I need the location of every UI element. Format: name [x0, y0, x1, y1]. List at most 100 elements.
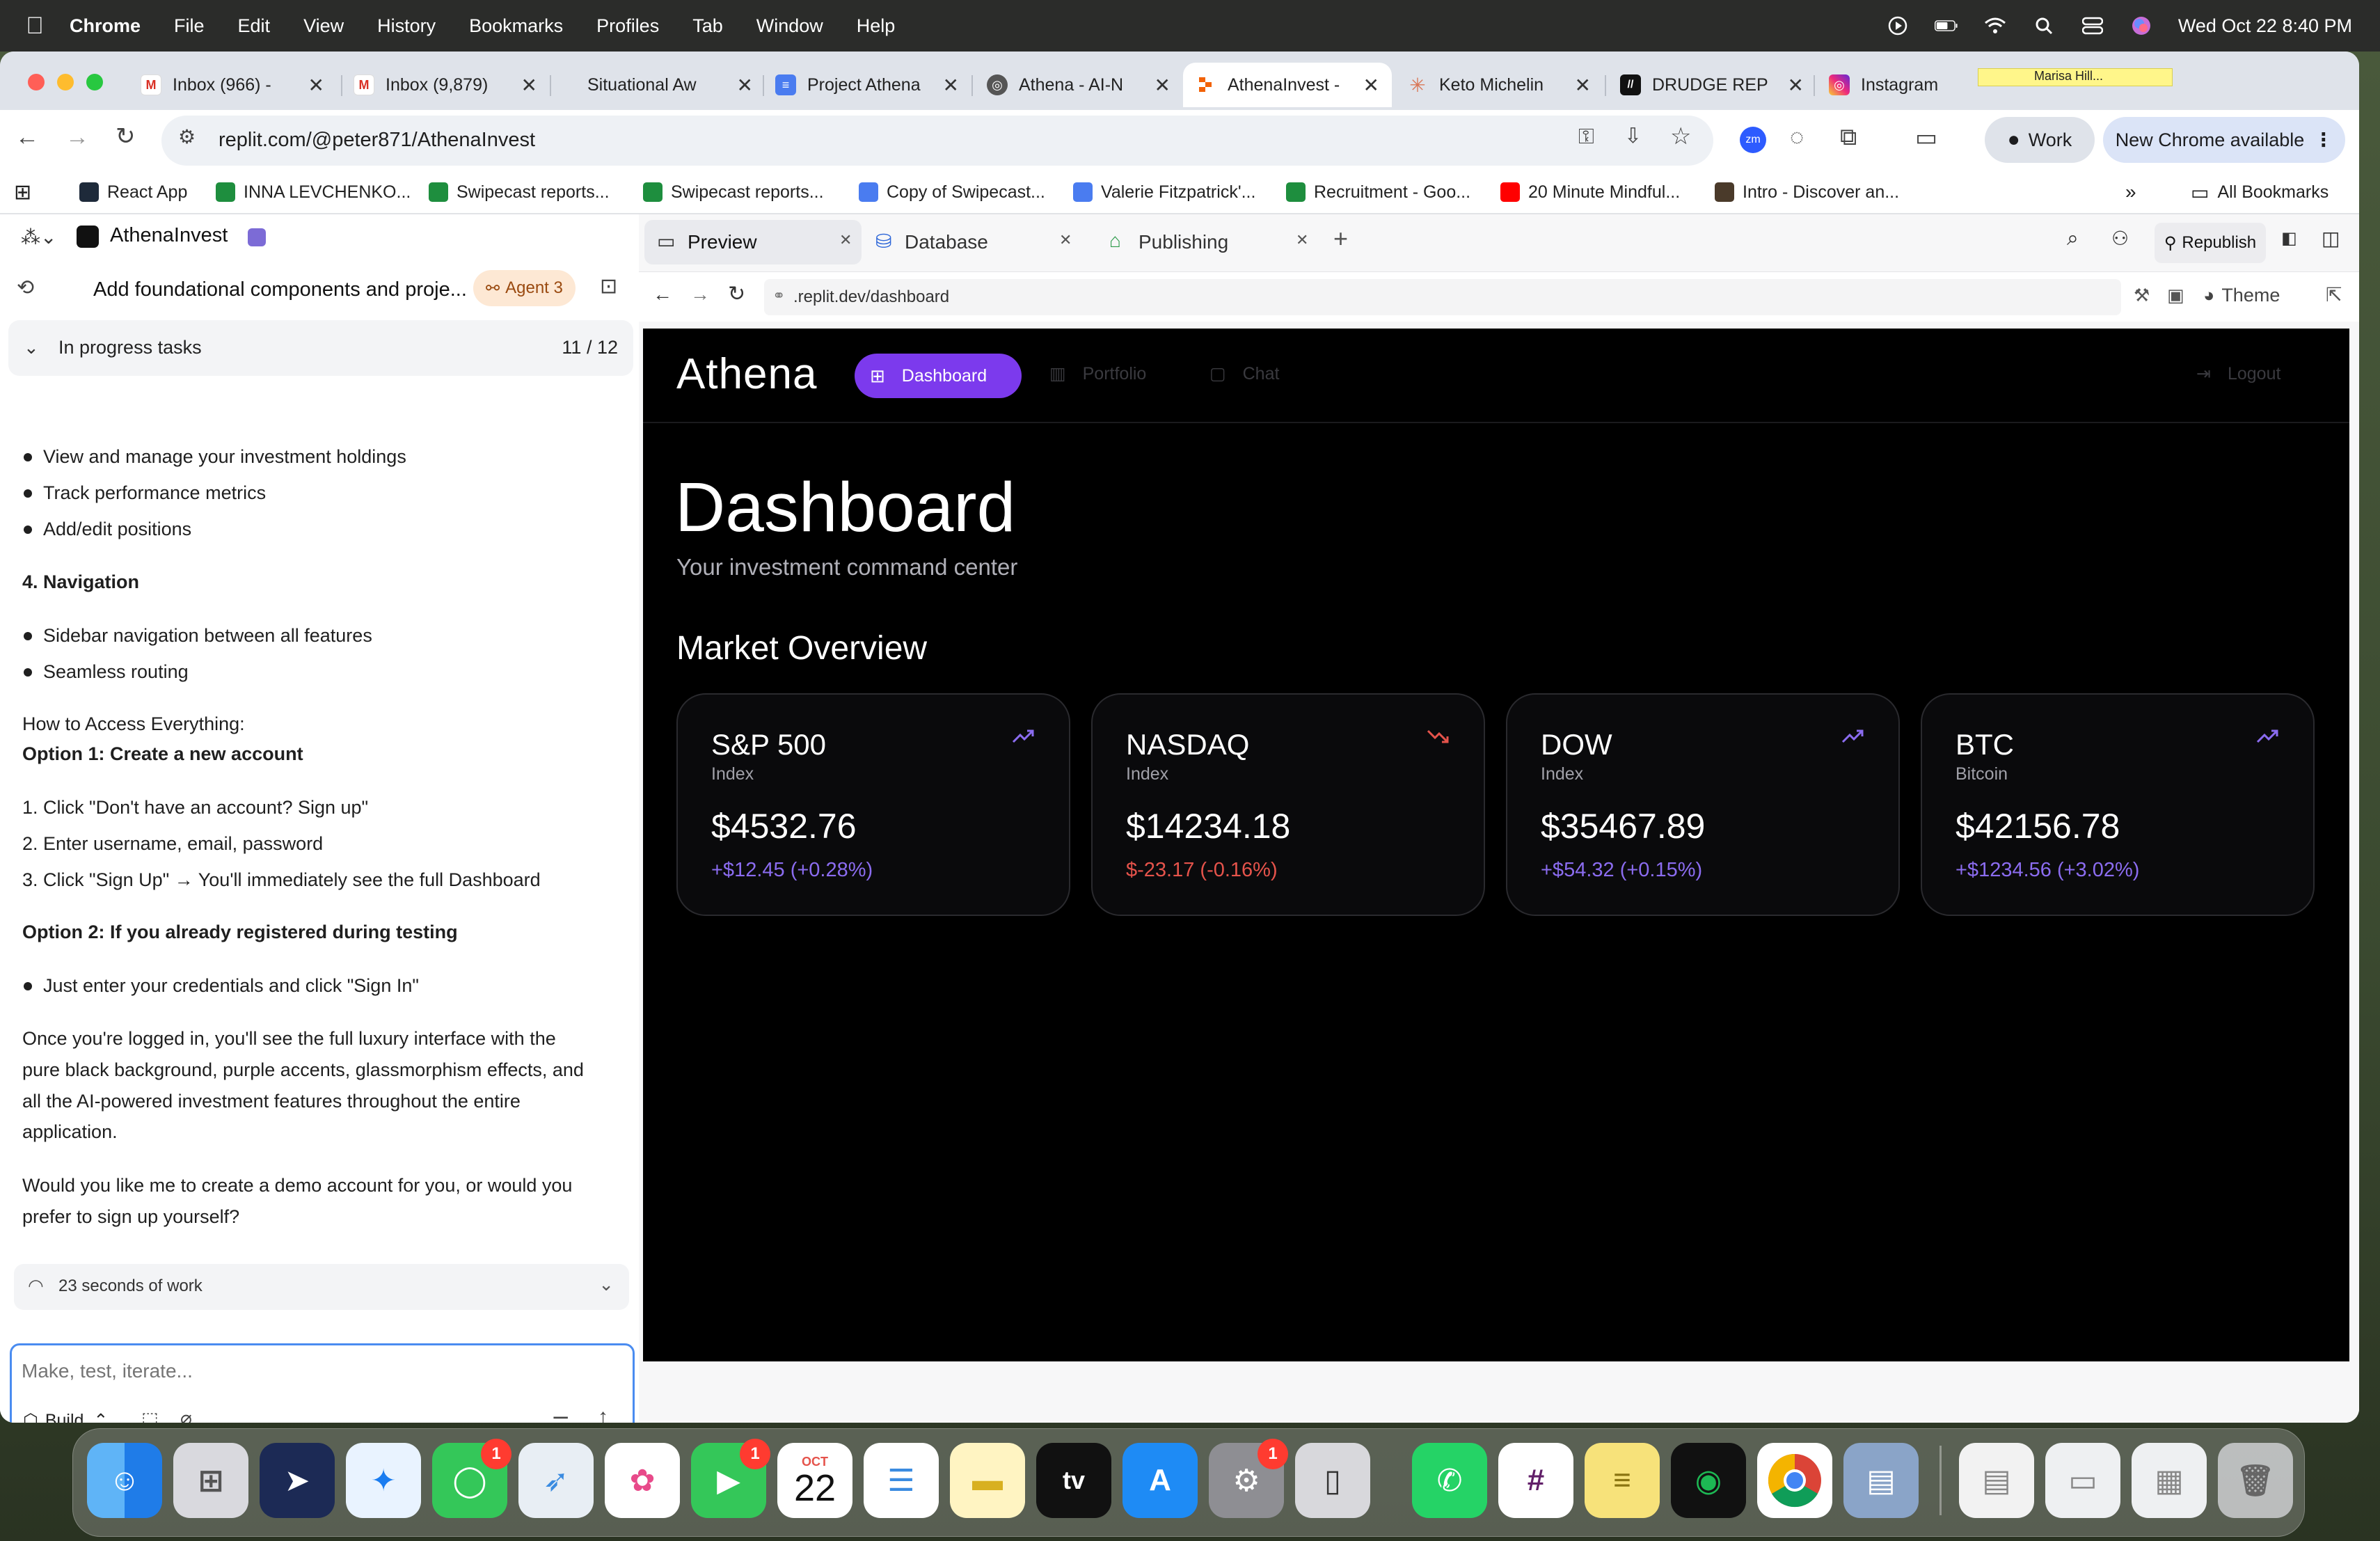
site-info-icon[interactable]: ⚙ — [178, 125, 196, 148]
invite-user-icon[interactable]: ⚇ — [2111, 227, 2129, 250]
prompt-box[interactable]: ⬡Build⌃ ⬚ ⌀ ⚌ ↑ — [10, 1343, 635, 1423]
close-tab-icon[interactable]: ✕ — [1575, 74, 1591, 97]
market-card-nasdaq[interactable]: NASDAQ Index $14234.18 $-23.17 (-0.16%) — [1091, 693, 1485, 916]
zoom-extension-icon[interactable]: zm — [1740, 127, 1766, 153]
whatsapp-icon[interactable]: ✆ — [1412, 1443, 1487, 1518]
menu-help[interactable]: Help — [857, 15, 896, 37]
close-tab-icon[interactable]: ✕ — [521, 74, 537, 97]
build-mode-button[interactable]: ⬡ Build ⌃ — [23, 1405, 108, 1423]
tab-situational[interactable]: Situational Aw ✕ — [557, 63, 765, 107]
slack-icon[interactable]: # — [1498, 1443, 1573, 1518]
menu-file[interactable]: File — [174, 15, 205, 37]
wifi-icon[interactable] — [1983, 14, 2007, 38]
prompt-input[interactable] — [22, 1354, 620, 1389]
nav-chat[interactable]: ▢ Chat — [1209, 363, 1279, 384]
calendar-icon[interactable]: OCT 22 — [777, 1443, 852, 1518]
profile-button[interactable]: ● Work — [1985, 117, 2095, 163]
bookmark-star-icon[interactable]: ☆ — [1670, 123, 1691, 150]
tab-athenainvest[interactable]: AthenaInvest - ✕ — [1183, 63, 1392, 107]
minimize-window-button[interactable] — [57, 74, 74, 90]
bookmark-swipecast-2[interactable]: Swipecast reports... — [643, 177, 824, 207]
close-tab-icon[interactable]: ✕ — [1788, 74, 1804, 97]
app-store-icon[interactable]: A — [1122, 1443, 1198, 1518]
tab-gmail-2[interactable]: M Inbox (9,879) ✕ — [341, 63, 550, 107]
attach-icon[interactable]: ⌀ — [180, 1407, 192, 1423]
devtools-wrench-icon[interactable]: ⚒ — [2134, 285, 2150, 306]
url-text[interactable]: replit.com/@peter871/AthenaInvest — [219, 120, 1750, 160]
iphone-mirroring-icon[interactable]: ▯ — [1295, 1443, 1370, 1518]
bookmark-react-app[interactable]: React App — [79, 177, 187, 207]
finder-icon[interactable]: ☺ — [87, 1443, 162, 1518]
extensions-puzzle-icon[interactable]: ⧉ — [1840, 124, 1857, 151]
window-thumbnail-icon[interactable]: ▭ — [2045, 1443, 2120, 1518]
sticky-note[interactable]: Marisa Hill... — [1978, 68, 2173, 86]
menu-app-name[interactable]: Chrome — [70, 15, 141, 37]
select-element-icon[interactable]: ⬚ — [141, 1408, 159, 1423]
add-tab-icon[interactable]: + — [1333, 224, 1348, 253]
menu-profiles[interactable]: Profiles — [596, 15, 659, 37]
tab-drudge[interactable]: // DRUDGE REP ✕ — [1608, 63, 1816, 107]
preview-forward-icon[interactable]: → — [690, 283, 710, 306]
agent-badge[interactable]: ⚯ Agent 3 — [473, 270, 576, 306]
spotify-icon[interactable]: ◉ — [1671, 1443, 1746, 1518]
close-tab-icon[interactable]: ✕ — [943, 74, 959, 97]
back-arrow-icon[interactable]: ← — [15, 124, 39, 151]
market-card-dow[interactable]: DOW Index $35467.89 +$54.32 (+0.15%) — [1506, 693, 1900, 916]
chat-title[interactable]: Add foundational components and proje... — [93, 278, 469, 301]
open-external-icon[interactable]: ⇱ — [2326, 283, 2342, 306]
tab-publishing[interactable]: ⌂ Publishing ✕ — [1109, 220, 1318, 264]
all-bookmarks-button[interactable]: ▭ All Bookmarks — [2191, 177, 2329, 207]
close-tab-icon[interactable]: ✕ — [1155, 74, 1171, 97]
close-tab-icon[interactable]: ✕ — [1363, 74, 1379, 97]
preview-app-icon[interactable]: ▤ — [1843, 1443, 1919, 1518]
market-card-btc[interactable]: BTC Bitcoin $42156.78 +$1234.56 (+3.02%) — [1921, 693, 2315, 916]
close-tab-icon[interactable]: ✕ — [737, 74, 753, 97]
notes-icon[interactable]: ▬ — [950, 1443, 1025, 1518]
tab-athena-ai[interactable]: ◎ Athena - AI-N ✕ — [974, 63, 1183, 107]
menu-history[interactable]: History — [377, 15, 436, 37]
launchpad-icon[interactable]: ⊞ — [173, 1443, 248, 1518]
bookmark-swipecast-1[interactable]: Swipecast reports... — [429, 177, 610, 207]
password-key-icon[interactable]: ⚿ — [1578, 125, 1594, 149]
close-tab-icon[interactable]: ✕ — [1059, 231, 1072, 249]
maps-icon[interactable]: ➶ — [518, 1443, 594, 1518]
spotlight-search-icon[interactable] — [2032, 14, 2056, 38]
apple-menu-icon[interactable]:  — [0, 13, 70, 40]
tab-preview[interactable]: ▭ Preview ✕ — [644, 220, 862, 264]
menu-view[interactable]: View — [303, 15, 344, 37]
search-icon[interactable]: ⌕ — [2067, 227, 2079, 251]
menu-edit[interactable]: Edit — [238, 15, 271, 37]
document-thumbnail-icon[interactable]: ▤ — [1959, 1443, 2034, 1518]
bookmark-inna[interactable]: INNA LEVCHENKO... — [216, 177, 411, 207]
preview-url-input[interactable]: ⚭ .replit.dev/dashboard — [764, 279, 2121, 315]
progress-tasks-header[interactable]: ⌄ In progress tasks 11 / 12 — [8, 320, 633, 376]
close-tab-icon[interactable]: ✕ — [839, 231, 852, 249]
forward-arrow-icon[interactable]: → — [65, 124, 89, 151]
photos-icon[interactable]: ✿ — [605, 1443, 680, 1518]
send-arrow-icon[interactable]: ↑ — [598, 1405, 608, 1423]
system-settings-icon[interactable]: ⚙ 1 — [1209, 1439, 1288, 1518]
reminders-icon[interactable]: ☰ — [864, 1443, 939, 1518]
devices-icon[interactable]: ▣ — [2167, 285, 2184, 306]
facetime-icon[interactable]: ▶ 1 — [691, 1439, 770, 1518]
history-icon[interactable]: ⟲ — [17, 276, 34, 300]
chrome-icon[interactable] — [1757, 1443, 1832, 1518]
logout-button[interactable]: ⇥ Logout — [2196, 363, 2280, 384]
reload-icon[interactable]: ↻ — [116, 123, 136, 150]
play-circle-icon[interactable] — [1886, 14, 1910, 38]
bookmark-recruitment[interactable]: Recruitment - Goo... — [1286, 177, 1470, 207]
tab-gmail-1[interactable]: M Inbox (966) - ✕ — [128, 63, 337, 107]
menu-tab[interactable]: Tab — [692, 15, 723, 37]
apple-tv-icon[interactable]: tv — [1036, 1443, 1111, 1518]
project-name[interactable]: AthenaInvest — [110, 224, 228, 247]
layout-toggle-icon[interactable]: ◧ — [2281, 228, 2297, 248]
battery-icon[interactable] — [1934, 14, 1958, 38]
new-chat-icon[interactable]: ⊡ — [600, 274, 617, 299]
close-tab-icon[interactable]: ✕ — [1296, 231, 1308, 249]
stickies-icon[interactable]: ≡ — [1585, 1443, 1660, 1518]
control-center-icon[interactable] — [2081, 14, 2104, 38]
settings-sliders-icon[interactable]: ⚌ — [552, 1407, 569, 1423]
update-chrome-button[interactable]: New Chrome available ⋮ — [2103, 117, 2345, 163]
menu-clock[interactable]: Wed Oct 22 8:40 PM — [2178, 15, 2352, 37]
bookmark-valerie[interactable]: Valerie Fitzpatrick'... — [1073, 177, 1255, 207]
